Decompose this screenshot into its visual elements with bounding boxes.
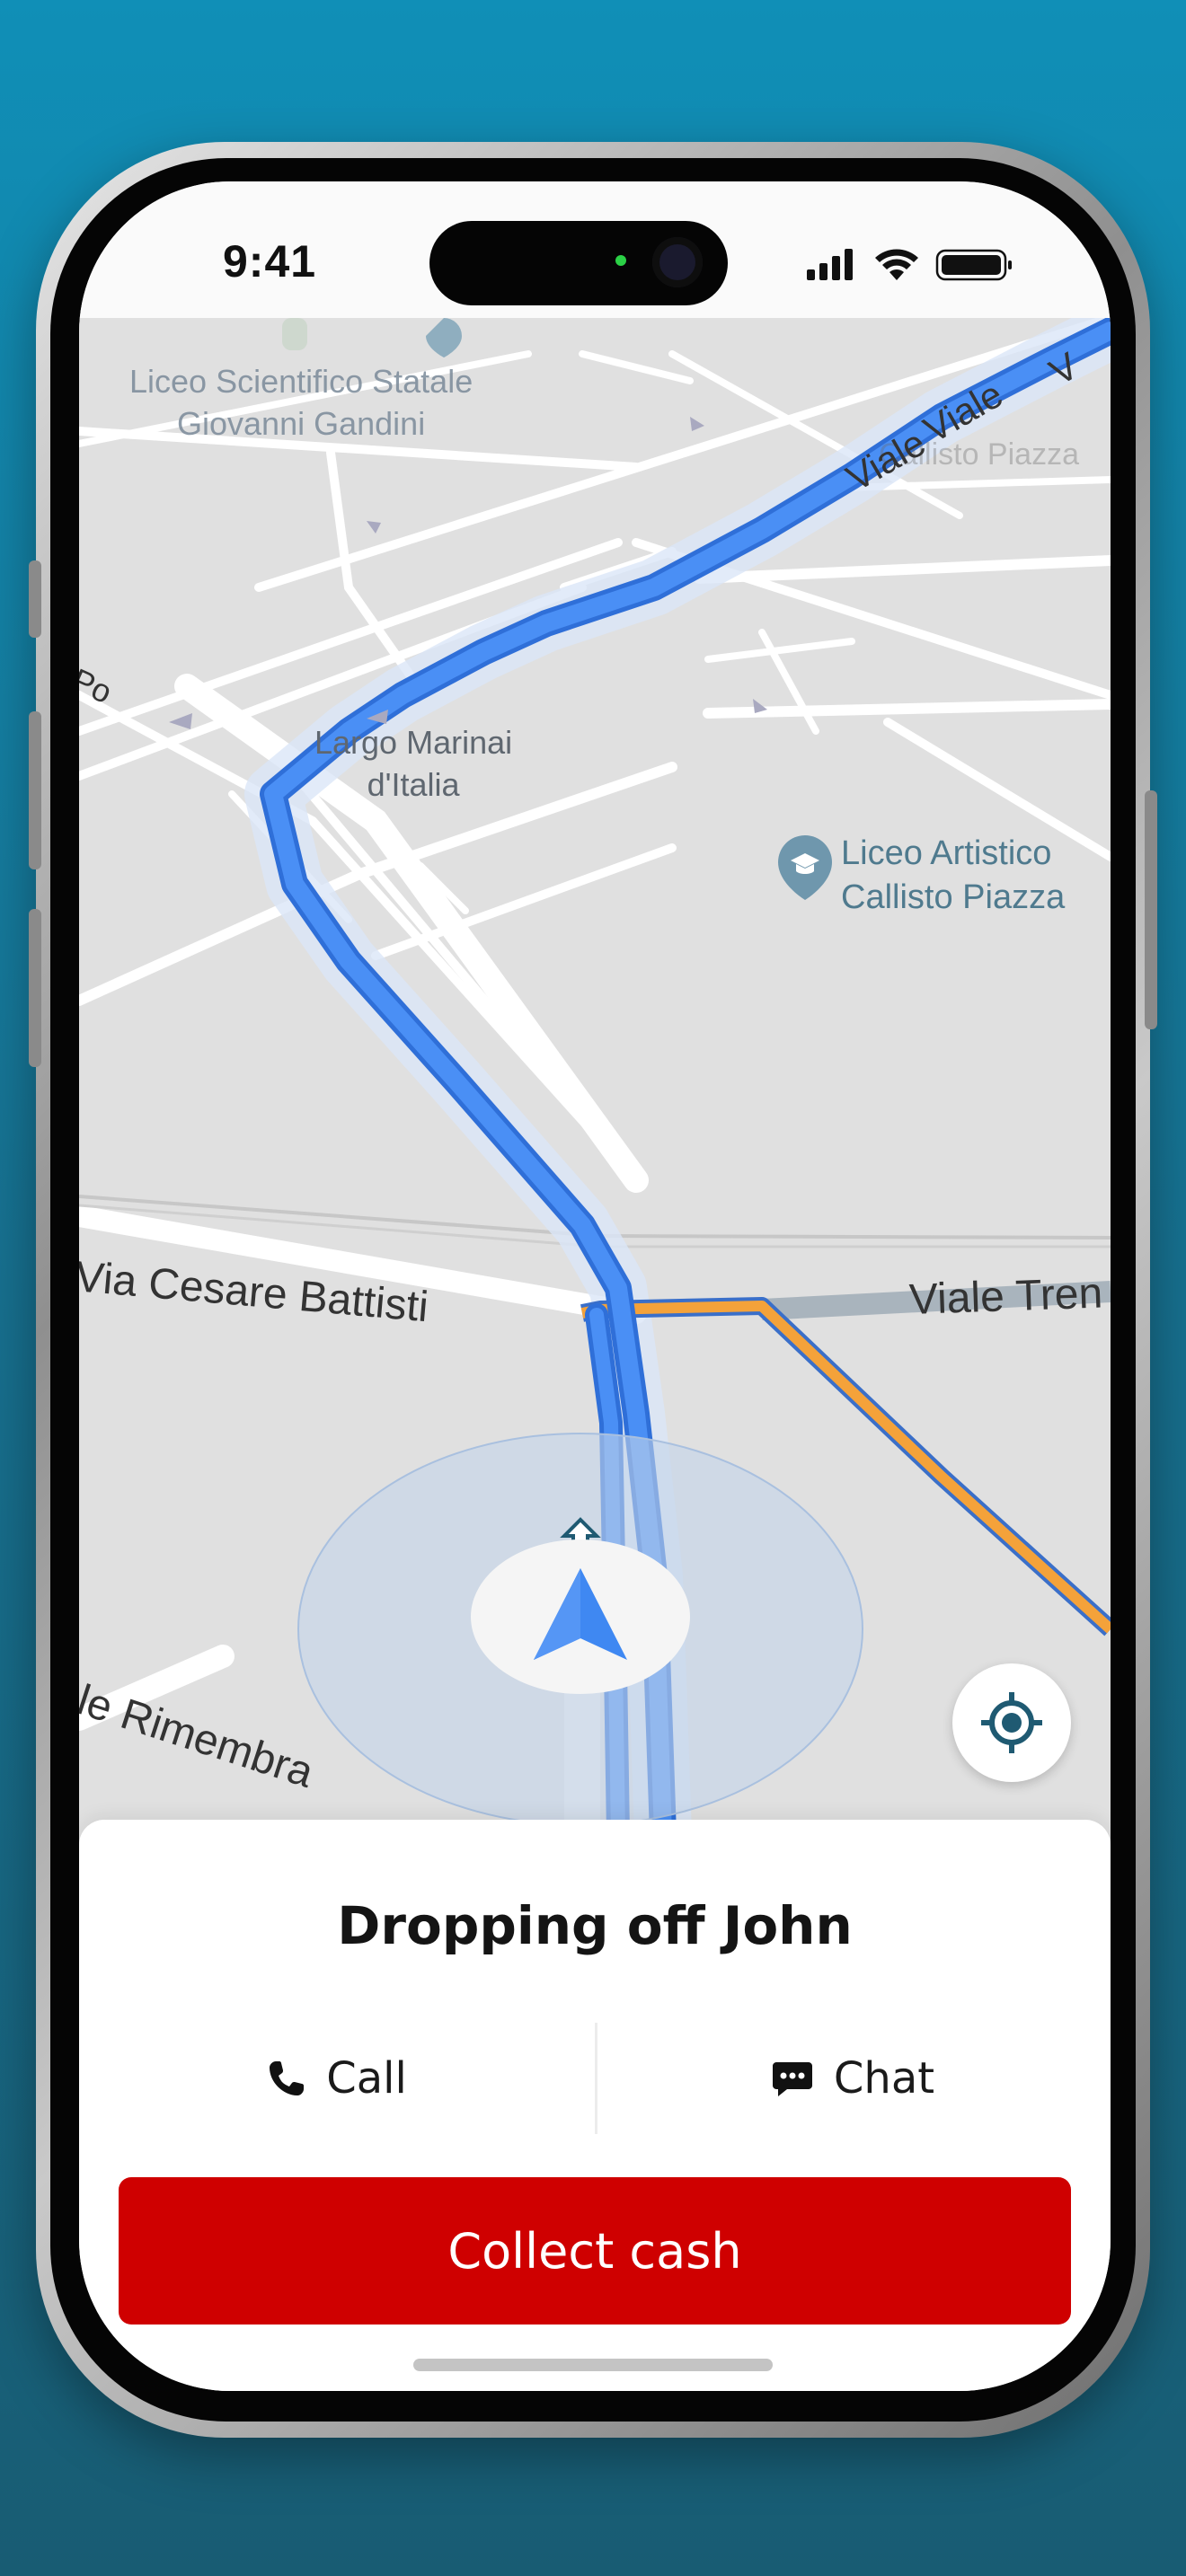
- volume-down-button: [29, 909, 41, 1067]
- chat-label: Chat: [833, 2053, 935, 2104]
- my-location-button[interactable]: [952, 1663, 1071, 1782]
- collect-cash-button[interactable]: Collect cash: [119, 2177, 1071, 2325]
- action-button: [29, 560, 41, 638]
- street-label-viale-tren: Viale Tren: [908, 1269, 1104, 1324]
- wifi-icon: [875, 249, 918, 280]
- status-bar: 9:41: [79, 181, 1111, 318]
- trip-bottom-sheet: Dropping off John Call Chat Collect cash: [79, 1820, 1111, 2391]
- camera-indicator-dot: [615, 255, 626, 266]
- front-camera: [652, 237, 703, 287]
- status-icons: [807, 249, 1012, 281]
- call-label: Call: [326, 2053, 407, 2104]
- power-button: [1145, 790, 1157, 1029]
- cellular-signal-icon: [807, 249, 853, 280]
- status-time: 9:41: [223, 236, 317, 287]
- map-label-school-statale: Liceo Scientifico Statale Giovanni Gandi…: [129, 363, 474, 442]
- battery-icon: [935, 249, 1012, 281]
- map-label-liceo-artistico: Liceo Artistico Callisto Piazza: [841, 834, 1066, 917]
- school-pin-icon: [426, 318, 462, 357]
- navigation-arrow-icon: [534, 1568, 627, 1660]
- school-pin-icon-artistico: [778, 835, 832, 900]
- home-indicator[interactable]: [413, 2359, 773, 2371]
- map-label-largo-marinai: Largo Marinai d'Italia: [314, 724, 513, 803]
- phone-icon: [270, 2061, 305, 2095]
- call-button[interactable]: Call: [79, 2033, 595, 2123]
- my-location-icon: [981, 1692, 1042, 1753]
- trip-title: Dropping off John: [337, 1895, 853, 1956]
- volume-up-button: [29, 711, 41, 869]
- chat-bubble-icon: [772, 2062, 812, 2096]
- phone-screen: 9:41 Liceo Scientifico Statale Giovanni …: [79, 181, 1111, 2391]
- map-view[interactable]: Liceo Scientifico Statale Giovanni Gandi…: [79, 318, 1111, 1834]
- chat-button[interactable]: Chat: [595, 2033, 1111, 2123]
